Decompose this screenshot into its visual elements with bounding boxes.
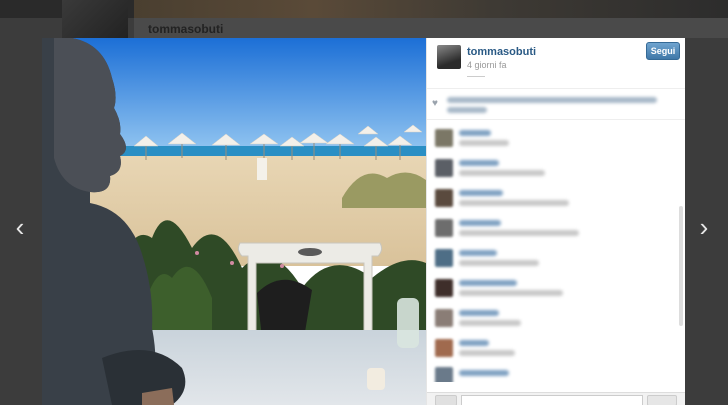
avatar — [435, 279, 453, 297]
comment-text-blurred — [459, 170, 545, 176]
photo-modal: tommasobuti 4 giorni fa Segui ♥ — [42, 38, 685, 405]
comment-user-blurred — [459, 220, 501, 226]
comment-bar — [427, 392, 685, 405]
comment-user-blurred — [459, 340, 489, 346]
comment-text-blurred — [459, 260, 539, 266]
comment-user-blurred — [459, 160, 499, 166]
list-item — [427, 274, 677, 302]
divider — [467, 76, 485, 77]
comments-scrollbar[interactable] — [679, 206, 683, 326]
comment-user-blurred — [459, 190, 503, 196]
list-item — [427, 214, 677, 242]
comment-user-blurred — [459, 370, 509, 376]
list-item — [427, 154, 677, 182]
likes-text-blurred — [447, 97, 657, 103]
submit-comment-button[interactable] — [647, 395, 677, 405]
heart-icon: ♥ — [432, 98, 438, 109]
post-sidebar: tommasobuti 4 giorni fa Segui ♥ — [426, 38, 685, 405]
comment-text-blurred — [459, 140, 509, 146]
comment-user-blurred — [459, 280, 517, 286]
owner-username[interactable]: tommasobuti — [467, 46, 536, 58]
avatar — [435, 309, 453, 327]
likes-row: ♥ — [427, 89, 685, 120]
emoji-icon[interactable] — [435, 395, 457, 405]
chevron-right-icon[interactable]: › — [694, 212, 714, 242]
comment-text-blurred — [459, 230, 579, 236]
comment-input[interactable] — [461, 395, 643, 405]
avatar — [435, 219, 453, 237]
comment-text-blurred — [459, 290, 563, 296]
avatar — [435, 367, 453, 382]
avatar — [435, 249, 453, 267]
avatar — [435, 129, 453, 147]
avatar — [435, 339, 453, 357]
list-item — [427, 304, 677, 332]
avatar — [435, 189, 453, 207]
list-item — [427, 244, 677, 272]
avatar[interactable] — [437, 45, 461, 69]
comment-user-blurred — [459, 310, 499, 316]
likes-text-blurred — [447, 107, 487, 113]
comment-text-blurred — [459, 200, 569, 206]
comment-user-blurred — [459, 250, 497, 256]
list-item — [427, 362, 677, 382]
comments-list — [427, 120, 685, 382]
comment-text-blurred — [459, 320, 521, 326]
list-item — [427, 124, 677, 152]
comment-user-blurred — [459, 130, 491, 136]
chevron-left-icon[interactable]: ‹ — [10, 212, 30, 242]
list-item — [427, 184, 677, 212]
list-item — [427, 334, 677, 362]
avatar — [435, 159, 453, 177]
follow-button[interactable]: Segui — [646, 42, 680, 60]
post-photo — [42, 38, 426, 405]
post-timestamp: 4 giorni fa — [467, 60, 507, 70]
background-avatar — [62, 0, 128, 38]
post-header: tommasobuti 4 giorni fa Segui — [427, 38, 685, 89]
comment-text-blurred — [459, 350, 515, 356]
background-username: tommasobuti — [148, 22, 224, 36]
